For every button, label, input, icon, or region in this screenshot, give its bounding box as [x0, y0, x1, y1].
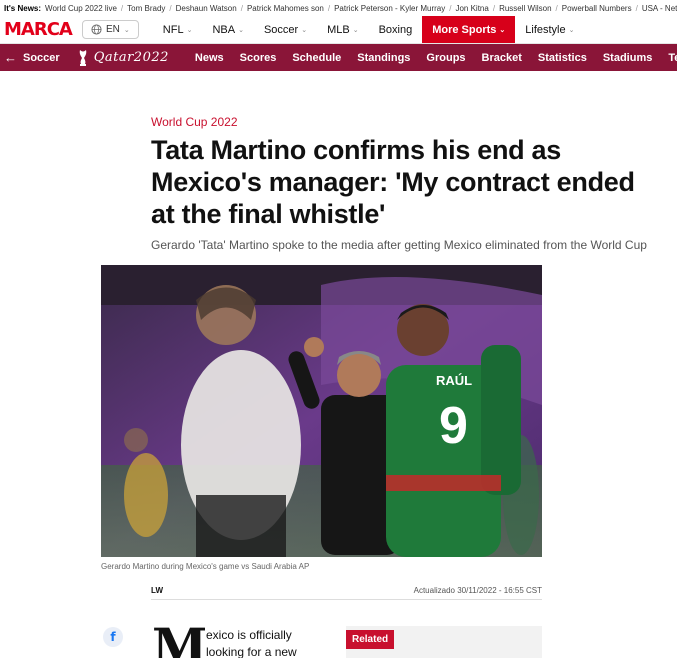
- language-label: EN: [106, 24, 120, 35]
- qatar2022-logo[interactable]: Qatar2022: [78, 49, 175, 67]
- nav-label: MLB: [327, 23, 350, 36]
- related-label: Related: [346, 630, 395, 649]
- chevron-down-icon: ⌄: [123, 26, 130, 34]
- wc-tab-standings[interactable]: Standings: [349, 52, 418, 64]
- article-headline: Tata Martino confirms his end as Mexico'…: [151, 135, 635, 229]
- wc-tab-scores[interactable]: Scores: [232, 52, 285, 64]
- nav-nba[interactable]: NBA ⌄: [202, 16, 254, 43]
- nav-label: Lifestyle: [525, 23, 566, 36]
- divider: /: [240, 3, 243, 13]
- hero-photo[interactable]: RAÚL 9: [101, 265, 542, 557]
- wc-tab-schedule[interactable]: Schedule: [284, 52, 349, 64]
- trending-link[interactable]: World Cup 2022 live: [45, 4, 117, 13]
- hero-illustration: RAÚL 9: [101, 265, 542, 557]
- wc-tab-news[interactable]: News: [187, 52, 232, 64]
- nav-label: Boxing: [378, 23, 413, 36]
- nav-mlb[interactable]: MLB ⌄: [317, 16, 369, 43]
- nav-nfl[interactable]: NFL ⌄: [153, 16, 203, 43]
- nav-more-sports[interactable]: More Sports ⌄: [422, 16, 516, 43]
- wc-tab-teams[interactable]: Teams: [660, 52, 677, 64]
- jersey-number: 9: [439, 397, 468, 455]
- marca-logo[interactable]: MARCA: [0, 16, 73, 43]
- trending-link[interactable]: USA - Net: [642, 4, 677, 13]
- drop-cap: M: [152, 617, 208, 658]
- trending-bar: It's News: World Cup 2022 live / Tom Brad…: [0, 0, 677, 16]
- globe-icon: [91, 24, 102, 35]
- divider: /: [635, 3, 638, 13]
- author-name[interactable]: LW: [151, 586, 163, 595]
- article-subtitle: Gerardo 'Tata' Martino spoke to the medi…: [151, 238, 647, 252]
- article-kicker[interactable]: World Cup 2022: [151, 115, 651, 129]
- wc-tab-groups[interactable]: Groups: [418, 52, 473, 64]
- facebook-share-icon[interactable]: f: [103, 627, 123, 647]
- trending-link[interactable]: Powerball Numbers: [562, 4, 632, 13]
- nav-soccer[interactable]: Soccer ⌄: [254, 16, 317, 43]
- divider: /: [120, 3, 124, 13]
- wc-tab-stadiums[interactable]: Stadiums: [595, 52, 661, 64]
- qatar2022-wordmark: Qatar2022: [93, 50, 169, 65]
- article-meta: LW Actualizado 30/11/2022 - 16:55 CST: [151, 586, 542, 600]
- divider: /: [169, 3, 172, 13]
- trending-link[interactable]: Jon Kitna: [455, 4, 488, 13]
- divider: /: [555, 3, 558, 13]
- chevron-down-icon: ⌄: [186, 26, 193, 34]
- jersey-name: RAÚL: [436, 373, 472, 388]
- nav-lifestyle[interactable]: Lifestyle ⌄: [515, 16, 584, 43]
- trending-link[interactable]: Tom Brady: [127, 4, 165, 13]
- chevron-down-icon: ⌄: [568, 26, 575, 34]
- worldcup-nav: ← Soccer Qatar2022 News Scores Schedule …: [0, 44, 677, 71]
- main-nav: MARCA EN ⌄ NFL ⌄ NBA ⌄ Soccer ⌄ MLB ⌄ Boxing…: [0, 16, 677, 44]
- nav-label: More Sports: [432, 23, 497, 36]
- related-box[interactable]: Related: [346, 626, 542, 658]
- chevron-down-icon: ⌄: [301, 26, 308, 34]
- chevron-down-icon: ⌄: [238, 26, 244, 34]
- trending-link[interactable]: Deshaun Watson: [176, 4, 237, 13]
- divider: /: [492, 3, 496, 13]
- back-arrow-icon[interactable]: ←: [0, 50, 17, 65]
- world-cup-trophy-icon: [79, 49, 86, 66]
- article-header: World Cup 2022 Tata Martino confirms his…: [151, 115, 651, 252]
- article-body-text: exico is officially looking for a new: [206, 628, 297, 658]
- nav-label: Soccer: [263, 23, 299, 36]
- trending-link[interactable]: Patrick Mahomes son: [247, 4, 324, 13]
- nav-label: NBA: [212, 23, 236, 36]
- language-selector[interactable]: EN ⌄: [82, 20, 139, 39]
- section-soccer[interactable]: Soccer: [17, 52, 66, 64]
- updated-timestamp: Actualizado 30/11/2022 - 16:55 CST: [413, 586, 542, 595]
- chevron-down-icon: ⌄: [352, 26, 359, 34]
- photo-caption: Gerardo Martino during Mexico's game vs …: [101, 562, 310, 571]
- divider: /: [449, 3, 452, 13]
- trending-label: It's News:: [4, 3, 42, 13]
- nav-boxing[interactable]: Boxing: [369, 16, 423, 43]
- nav-label: NFL: [162, 23, 184, 36]
- chevron-down-icon: ⌄: [499, 26, 506, 34]
- trending-link[interactable]: Russell Wilson: [499, 4, 551, 13]
- wc-tab-bracket[interactable]: Bracket: [474, 52, 530, 64]
- wc-tab-statistics[interactable]: Statistics: [530, 52, 595, 64]
- trending-link[interactable]: Patrick Peterson - Kyler Murray: [334, 4, 445, 13]
- divider: /: [327, 3, 331, 13]
